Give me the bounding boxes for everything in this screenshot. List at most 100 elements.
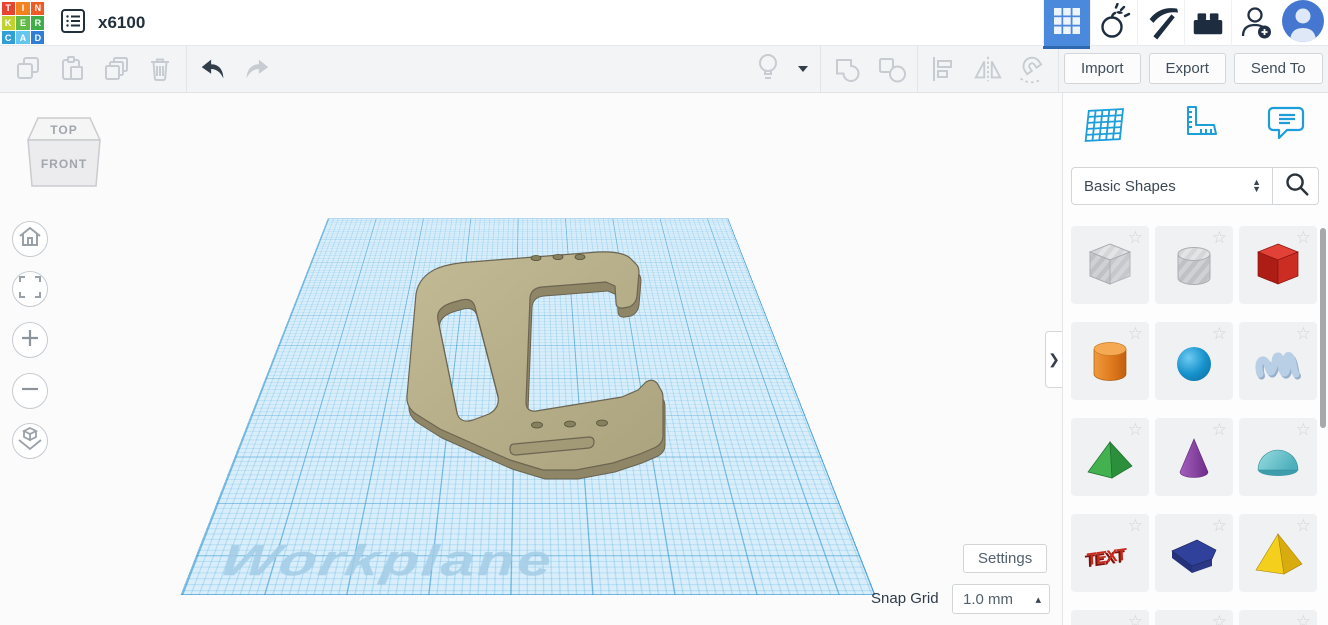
shape-tile-cylinder[interactable]: ☆ xyxy=(1071,322,1149,400)
fit-view-button[interactable] xyxy=(12,271,48,307)
show-hide-menu-button[interactable] xyxy=(790,46,816,92)
mode-sim-lab-tab[interactable] xyxy=(1090,0,1137,46)
paste-button[interactable] xyxy=(50,46,94,92)
tinkercad-logo[interactable]: T I N K E R C A D xyxy=(0,0,46,46)
view-cube-front-label[interactable]: FRONT xyxy=(41,157,87,171)
export-button[interactable]: Export xyxy=(1149,53,1226,84)
logo-cell: K xyxy=(2,16,15,29)
shape-tile-box[interactable]: ☆ xyxy=(1239,226,1317,304)
view-cube[interactable]: TOP FRONT xyxy=(22,106,106,200)
home-icon xyxy=(15,222,45,257)
favorite-star-icon[interactable]: ☆ xyxy=(1128,612,1143,625)
favorite-star-icon[interactable]: ☆ xyxy=(1212,612,1227,625)
view-cube-top-label[interactable]: TOP xyxy=(50,123,77,137)
shape-grid: ☆ ☆ ☆ ☆ ☆ ☆ ☆ ☆ ☆ ☆ TEXT TEXT ☆ ☆ ☆ ☆ ☆ xyxy=(1071,226,1321,625)
snap-grid-select[interactable]: 1.0 mm ▴ xyxy=(952,584,1050,614)
collaborate-button[interactable] xyxy=(1231,0,1278,46)
top-bar: T I N K E R C A D x6100 xyxy=(0,0,1328,46)
favorite-star-icon[interactable]: ☆ xyxy=(1296,612,1311,625)
shape-tile-polygon[interactable]: ☆ xyxy=(1155,514,1233,592)
scribble-shape xyxy=(1250,334,1306,390)
shape-tile[interactable]: ☆ xyxy=(1155,610,1233,625)
logo-cell: E xyxy=(16,16,29,29)
polygon-shape xyxy=(1166,526,1222,582)
notes-tool-button[interactable] xyxy=(1264,105,1308,149)
home-view-button[interactable] xyxy=(12,221,48,257)
chevron-right-icon: ❯ xyxy=(1048,351,1060,368)
design-menu-button[interactable] xyxy=(58,8,88,38)
shape-tile[interactable]: ☆ xyxy=(1071,610,1149,625)
cylinder-transparent-shape xyxy=(1166,238,1222,294)
logo-cell: C xyxy=(2,31,15,44)
shape-tile-cylinder-transparent[interactable]: ☆ xyxy=(1155,226,1233,304)
copy-button[interactable] xyxy=(6,46,50,92)
caret-down-icon xyxy=(797,60,809,78)
settings-button[interactable]: Settings xyxy=(963,544,1047,573)
logo-cell: N xyxy=(31,2,44,15)
mode-bricks-tab[interactable] xyxy=(1184,0,1231,46)
select-arrows-icon: ▲ ▼ xyxy=(1252,179,1261,193)
undo-button[interactable] xyxy=(191,46,235,92)
avatar-button[interactable] xyxy=(1278,0,1328,46)
perspective-toggle-button[interactable] xyxy=(12,423,48,459)
logo-cell: T xyxy=(2,2,15,15)
shape-category-select[interactable]: Basic Shapes ▲ ▼ xyxy=(1072,168,1272,204)
box-shape xyxy=(1250,238,1306,294)
model-c-handle[interactable] xyxy=(380,230,680,480)
mode-3d-design-tab[interactable] xyxy=(1043,0,1090,46)
viewport-canvas[interactable]: Workplane Settings Snap Grid 1.0 mm ▴ xyxy=(0,93,1062,625)
falling-apple-icon xyxy=(1096,3,1132,44)
roof-shape xyxy=(1082,430,1138,486)
design-title[interactable]: x6100 xyxy=(98,13,145,33)
shape-tile-text[interactable]: ☆ TEXT TEXT xyxy=(1071,514,1149,592)
shape-tile-box-transparent[interactable]: ☆ xyxy=(1071,226,1149,304)
zoom-in-button[interactable] xyxy=(12,322,48,358)
shape-tile-roof[interactable]: ☆ xyxy=(1071,418,1149,496)
send-to-button[interactable]: Send To xyxy=(1234,53,1323,84)
mirror-button[interactable] xyxy=(966,46,1010,92)
fit-view-icon xyxy=(15,272,45,307)
ungroup-button[interactable] xyxy=(869,46,913,92)
shapes-panel: Basic Shapes ▲ ▼ ☆ ☆ ☆ ☆ ☆ ☆ ☆ ☆ ☆ ☆ TEX… xyxy=(1062,93,1328,625)
person-plus-icon xyxy=(1236,2,1274,45)
show-hide-button[interactable] xyxy=(746,46,790,92)
ruler-icon xyxy=(1174,103,1218,152)
shape-tile-cone[interactable]: ☆ xyxy=(1155,418,1233,496)
sphere-shape xyxy=(1166,334,1222,390)
import-button[interactable]: Import xyxy=(1064,53,1141,84)
shape-tile-sphere[interactable]: ☆ xyxy=(1155,322,1233,400)
collapse-panel-button[interactable]: ❯ xyxy=(1045,331,1062,388)
mode-blocks-tab[interactable] xyxy=(1137,0,1184,46)
brick-icon xyxy=(1189,2,1227,45)
plus-icon xyxy=(15,323,45,358)
text-shape: TEXT TEXT xyxy=(1082,526,1138,582)
box-transparent-shape xyxy=(1082,238,1138,294)
shape-tile-half-sphere[interactable]: ☆ xyxy=(1239,418,1317,496)
redo-button[interactable] xyxy=(235,46,279,92)
toolbar: Import Export Send To xyxy=(0,46,1328,93)
ruler-tool-button[interactable] xyxy=(1174,105,1218,149)
workplane-grid-icon xyxy=(1084,103,1128,152)
workplane-tool-button[interactable] xyxy=(1084,105,1128,149)
shape-tile-pyramid[interactable]: ☆ xyxy=(1239,514,1317,592)
orthographic-view-icon xyxy=(15,424,45,459)
person-avatar xyxy=(1282,0,1324,47)
cone-shape xyxy=(1166,430,1222,486)
align-button[interactable] xyxy=(922,46,966,92)
list-icon xyxy=(59,7,87,40)
shape-tile-scribble[interactable]: ☆ xyxy=(1239,322,1317,400)
minus-icon xyxy=(15,374,45,409)
zoom-out-button[interactable] xyxy=(12,373,48,409)
scrollbar-thumb[interactable] xyxy=(1320,228,1326,428)
group-button[interactable] xyxy=(825,46,869,92)
workplane-label: Workplane xyxy=(212,535,554,586)
shape-category-value: Basic Shapes xyxy=(1072,178,1252,195)
duplicate-button[interactable] xyxy=(94,46,138,92)
notes-icon xyxy=(1264,103,1308,152)
search-icon xyxy=(1280,168,1312,205)
half-sphere-shape xyxy=(1250,430,1306,486)
delete-button[interactable] xyxy=(138,46,182,92)
magnet-button[interactable] xyxy=(1010,46,1054,92)
shape-search-button[interactable] xyxy=(1273,168,1318,204)
shape-tile[interactable]: ☆ xyxy=(1239,610,1317,625)
